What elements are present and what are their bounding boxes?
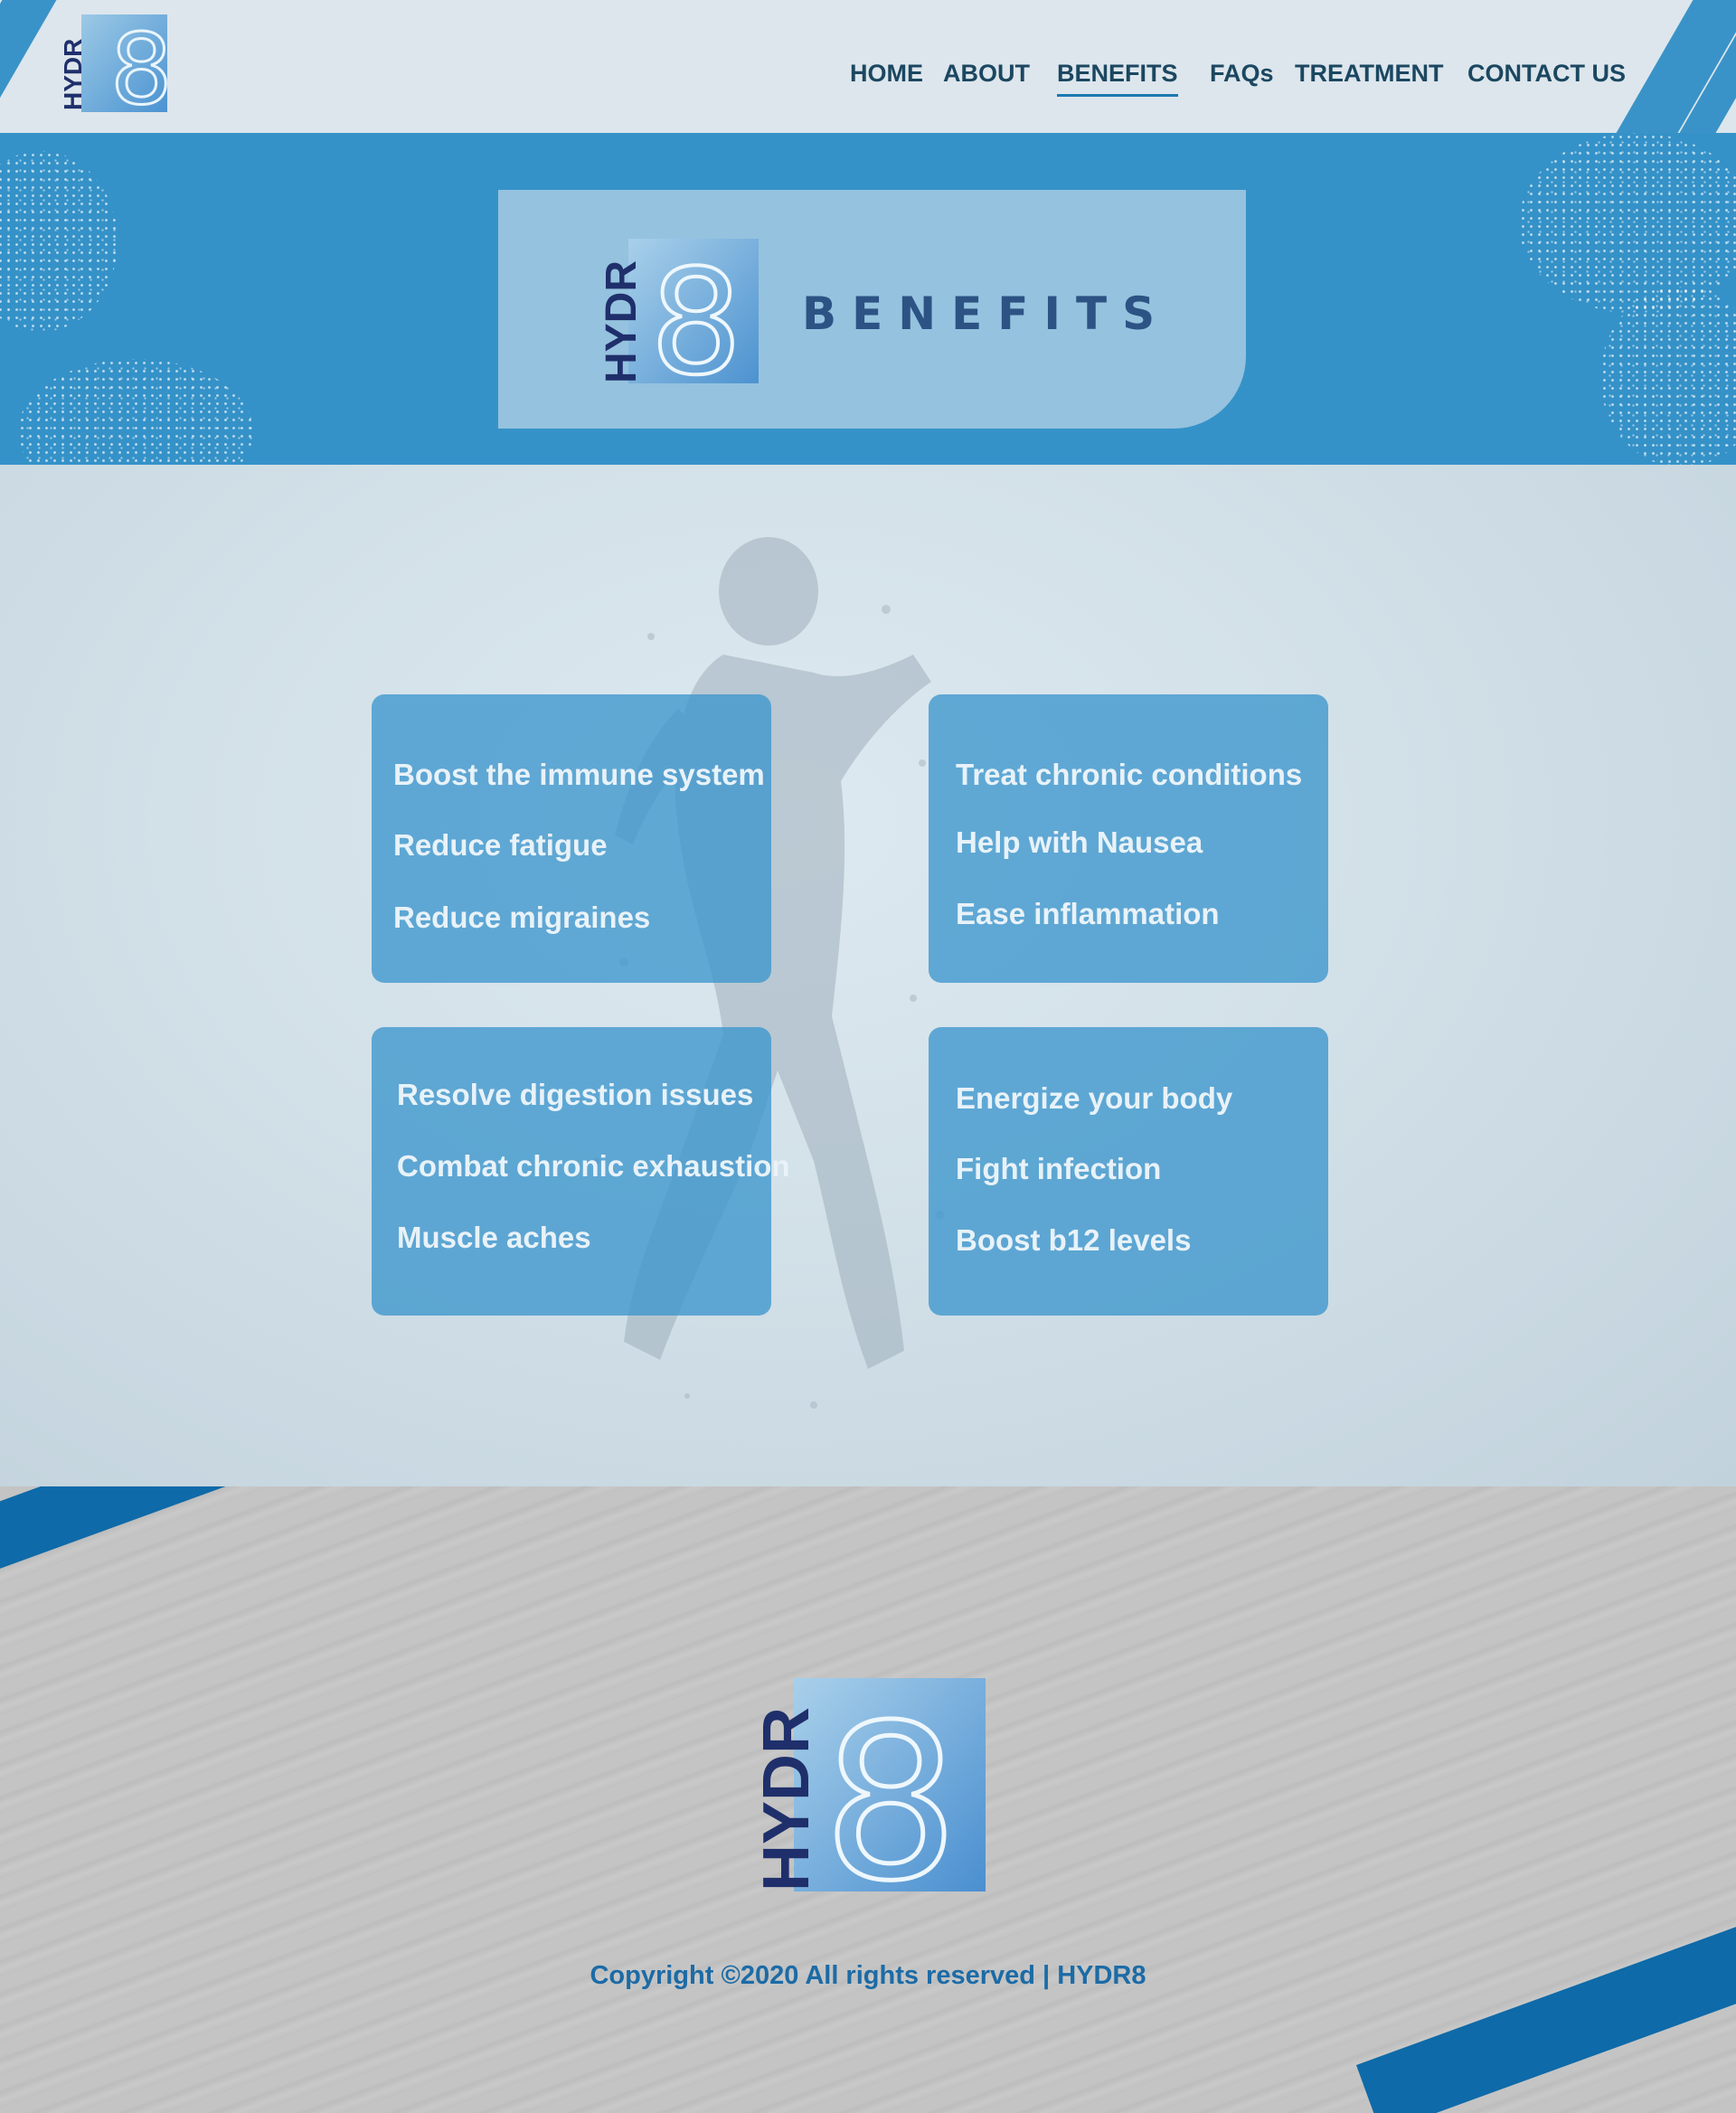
benefit-item: Treat chronic conditions bbox=[956, 758, 1303, 791]
benefit-card-1: Boost the immune system Reduce fatigue R… bbox=[372, 694, 771, 983]
copyright-text: Copyright ©2020 All rights reserved | HY… bbox=[590, 1961, 1146, 1990]
benefit-item: Fight infection bbox=[956, 1152, 1162, 1185]
main-nav: HOME ABOUT BENEFITS FAQs TREATMENT CONTA… bbox=[0, 60, 1736, 97]
hero-splatter-right-top bbox=[1519, 133, 1736, 314]
footer-logo[interactable]: HYDR 8 bbox=[749, 1676, 987, 1930]
nav-about[interactable]: ABOUT bbox=[943, 60, 1030, 88]
benefit-item: Energize your body bbox=[956, 1081, 1233, 1115]
hero-splatter-right-bottom bbox=[1600, 287, 1736, 465]
benefit-item: Muscle aches bbox=[397, 1221, 591, 1254]
svg-text:8: 8 bbox=[650, 238, 742, 385]
hero-splatter-left-bottom bbox=[18, 359, 253, 465]
hydr8-logo-icon: HYDR 8 bbox=[750, 1677, 986, 1930]
benefit-item: Resolve digestion issues bbox=[397, 1078, 754, 1111]
benefit-card-3: Resolve digestion issues Combat chronic … bbox=[372, 1027, 790, 1316]
benefit-item: Boost b12 levels bbox=[956, 1223, 1192, 1257]
benefit-item: Reduce migraines bbox=[393, 901, 651, 934]
benefits-section: Boost the immune system Reduce fatigue R… bbox=[0, 465, 1736, 1486]
site-footer: HYDR 8 Copyright ©2020 All rights reserv… bbox=[0, 1486, 1736, 2113]
hydr8-logo-icon: HYDR 8 bbox=[598, 236, 759, 409]
benefit-item: Combat chronic exhaustion bbox=[397, 1149, 790, 1183]
benefit-item: Reduce fatigue bbox=[393, 828, 608, 862]
benefit-item: Boost the immune system bbox=[393, 758, 765, 791]
svg-text:HYDR: HYDR bbox=[750, 1707, 823, 1891]
nav-contact-us[interactable]: CONTACT US bbox=[1467, 60, 1626, 88]
nav-treatment[interactable]: TREATMENT bbox=[1295, 60, 1443, 88]
benefit-item: Help with Nausea bbox=[956, 825, 1203, 859]
nav-home[interactable]: HOME bbox=[850, 60, 923, 88]
benefit-item: Ease inflammation bbox=[956, 897, 1220, 930]
hero-logo: HYDR 8 bbox=[598, 236, 760, 409]
hero-splatter-left-top bbox=[0, 151, 118, 332]
page-title: BENEFITS bbox=[802, 288, 1171, 340]
svg-text:HYDR: HYDR bbox=[598, 260, 646, 383]
footer-decor-band-top-left bbox=[0, 1486, 508, 1600]
benefit-card-2: Treat chronic conditions Help with Nause… bbox=[929, 694, 1328, 983]
site-header: HYDR 8 HOME ABOUT BENEFITS FAQs TREATMEN… bbox=[0, 0, 1736, 133]
nav-faqs[interactable]: FAQs bbox=[1210, 60, 1274, 88]
hero-banner: HYDR 8 BENEFITS bbox=[0, 133, 1736, 465]
nav-benefits[interactable]: BENEFITS bbox=[1057, 60, 1178, 97]
svg-text:8: 8 bbox=[823, 1679, 958, 1893]
benefit-card-4: Energize your body Fight infection Boost… bbox=[929, 1027, 1328, 1316]
hero-title-card: HYDR 8 BENEFITS bbox=[498, 190, 1246, 429]
